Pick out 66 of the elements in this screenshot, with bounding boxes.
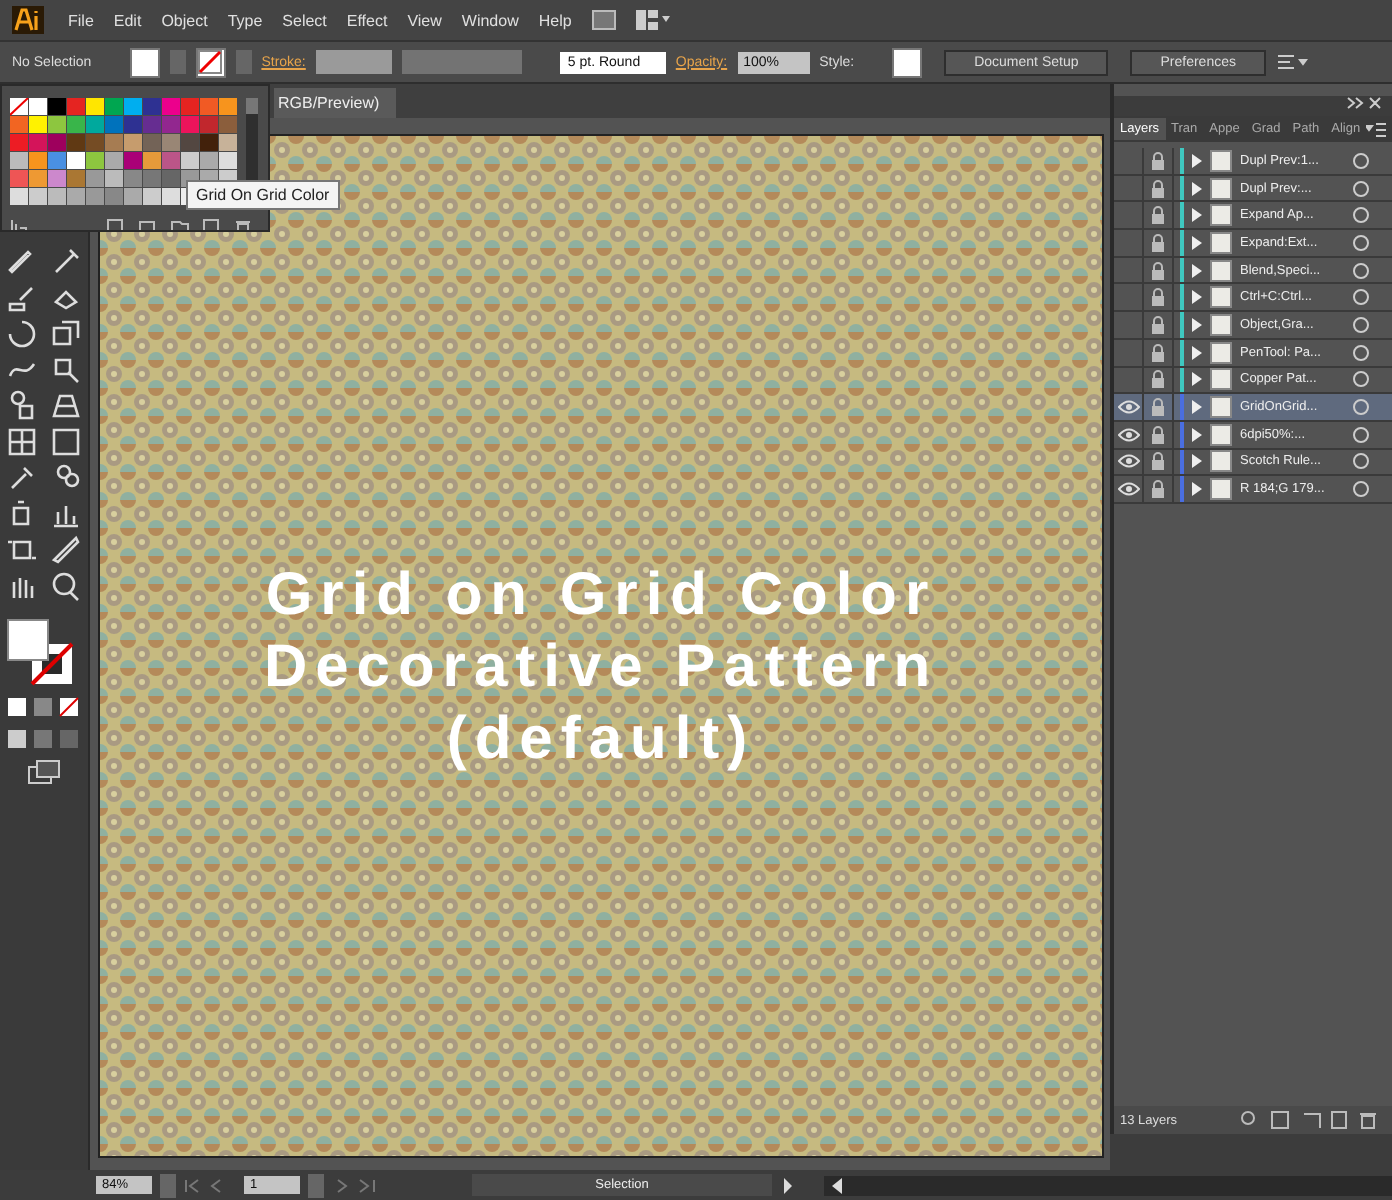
knife-icon[interactable] [48,532,84,568]
artwork-title: Grid on Grid Color [265,560,937,632]
menu-item[interactable]: Object [161,11,208,29]
eye-icon[interactable] [1117,427,1139,442]
layer-thumbnail [1210,149,1232,172]
zoom-icon[interactable] [48,568,84,604]
layer-thumbnail [1210,450,1232,473]
layer-thumbnail [1210,478,1232,501]
lock-icon[interactable] [1150,151,1166,170]
lock-icon[interactable] [1150,425,1166,444]
lock-icon[interactable] [1150,452,1166,471]
rotate-icon[interactable] [4,316,40,352]
fill-swatch[interactable] [129,47,160,77]
mesh-icon[interactable] [4,424,40,460]
app-logo-icon[interactable] [12,6,44,34]
eye-icon[interactable] [1117,482,1139,497]
menu-item[interactable]: Effect [346,11,388,29]
layer-thumbnail [1210,177,1232,200]
gradient-icon[interactable] [48,424,84,460]
layer-thumbnail [1210,341,1232,364]
layer-actions-drawing[interactable] [1240,1110,1380,1130]
lock-icon[interactable] [1150,206,1166,225]
scroll-left-icon[interactable] [830,1177,842,1193]
collapse-panel-icon[interactable] [1344,96,1384,110]
menu-item[interactable]: Select [282,11,327,29]
artwork-title: (default) [446,704,756,776]
layer-thumbnail [1210,423,1232,446]
panel-options-icon[interactable] [1276,52,1308,72]
panel-menu-icon[interactable] [1366,121,1386,137]
tooltip: Grid On Grid Color [186,180,340,210]
horizontal-scrollbar[interactable] [824,1175,1392,1195]
eye-icon[interactable] [1117,454,1139,469]
style-swatch[interactable] [892,47,923,77]
layer-thumbnail [1210,368,1232,391]
layer-thumbnail [1210,313,1232,336]
lock-icon[interactable] [1150,343,1166,362]
lock-icon[interactable] [1150,370,1166,389]
menu-item[interactable]: Help [538,11,572,29]
menu-item[interactable]: Type [227,11,263,29]
layer-thumbnail [1210,231,1232,254]
document-tab[interactable]: RGB/Preview) [274,88,396,118]
layer-thumbnail [1210,396,1232,419]
lock-icon[interactable] [1150,261,1166,280]
lock-icon[interactable] [1150,315,1166,334]
bridge-icon[interactable] [591,10,616,30]
lock-icon[interactable] [1150,480,1166,499]
layer-thumbnail [1210,286,1232,309]
lock-icon[interactable] [1150,233,1166,252]
stroke-weight-field[interactable] [315,50,392,74]
eye-icon[interactable] [1117,400,1139,415]
menu-item[interactable]: Window [461,11,519,29]
menu-item[interactable]: File [68,11,94,29]
menu-item[interactable]: View [407,11,442,29]
stroke-swatch[interactable] [195,47,226,77]
status-menu-arrow-icon[interactable] [780,1177,796,1193]
draw-mode-icon[interactable] [4,728,84,752]
menu-item[interactable]: Edit [113,11,142,29]
layer-thumbnail [1210,259,1232,282]
color-mode-icon[interactable] [4,696,84,720]
artwork-title: Decorative Pattern [263,632,939,704]
lock-icon[interactable] [1150,398,1166,417]
layer-thumbnail [1210,204,1232,227]
lock-icon[interactable] [1150,288,1166,307]
lock-icon[interactable] [1150,179,1166,198]
screen-mode-icon[interactable] [28,760,60,784]
arrange-documents-icon[interactable] [635,10,672,30]
